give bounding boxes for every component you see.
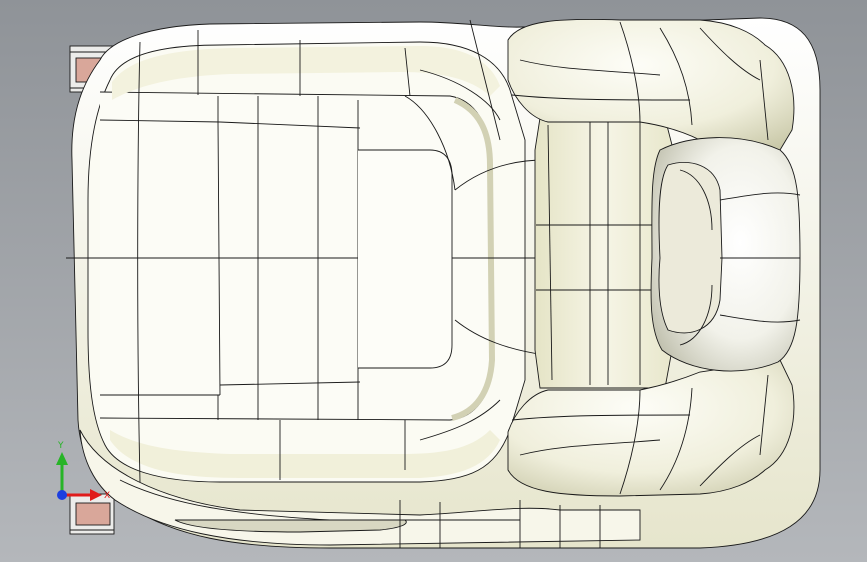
x-axis-label: X (104, 491, 110, 501)
seat-center-pad (358, 149, 453, 369)
backrest-channel (534, 117, 673, 389)
3d-viewport[interactable]: Y X (0, 0, 867, 562)
viewport-canvas[interactable]: Y X (0, 0, 867, 562)
z-axis-dot (57, 490, 67, 500)
y-axis-label: Y (57, 441, 64, 451)
seat-model[interactable] (66, 17, 821, 549)
